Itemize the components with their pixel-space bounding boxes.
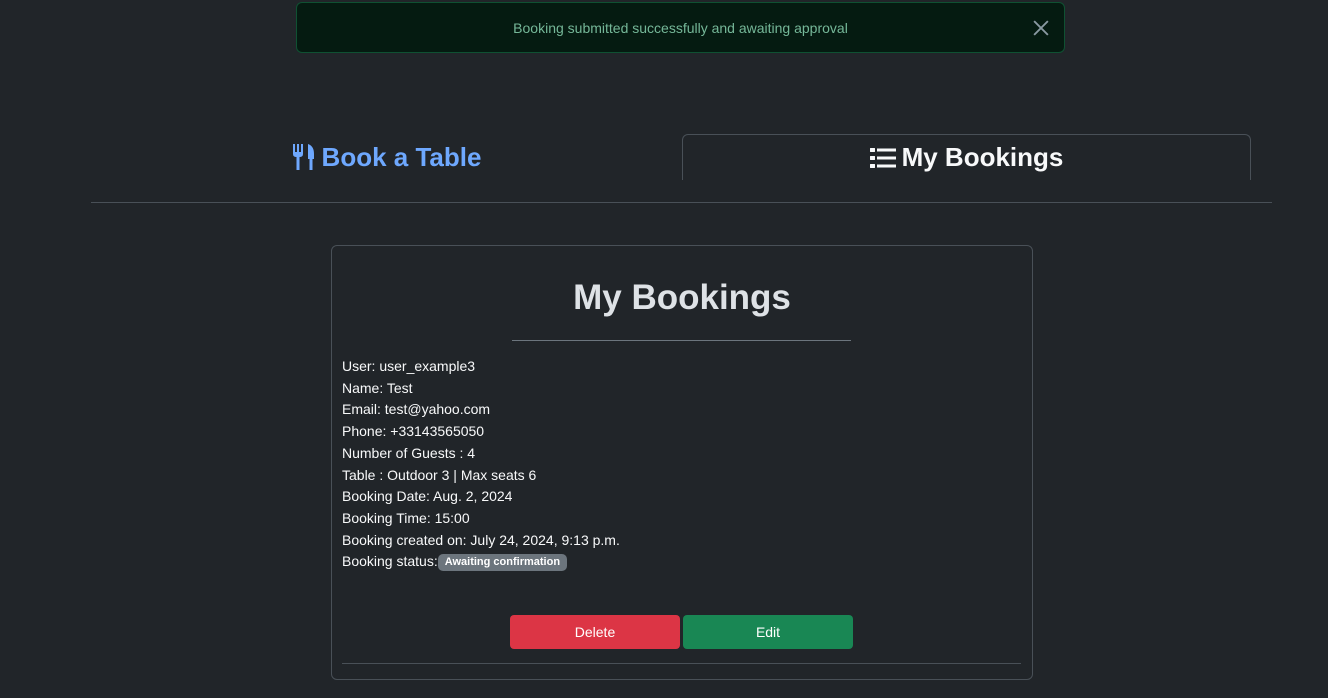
status-badge: Awaiting confirmation	[437, 554, 568, 572]
page: Booking submitted successfully and await…	[0, 0, 1328, 698]
card-title: My Bookings	[573, 278, 791, 317]
delete-button[interactable]: Delete	[510, 615, 680, 649]
card-footer-divider	[342, 663, 1021, 664]
close-icon[interactable]	[1030, 17, 1052, 39]
list-icon	[869, 147, 896, 169]
booking-tabs: Book a Table My Bookings	[91, 134, 1272, 203]
booking-card: My Bookings User: user_example3 Name: Te…	[331, 245, 1033, 680]
success-alert: Booking submitted successfully and await…	[296, 2, 1065, 53]
title-divider	[512, 340, 851, 341]
status-label: Booking status:	[342, 553, 438, 570]
detail-status: Booking status: Awaiting confirmation	[342, 551, 620, 573]
edit-button[interactable]: Edit	[683, 615, 853, 649]
tab-book-label: Book a Table	[321, 141, 482, 172]
detail-time: Booking Time: 15:00	[342, 509, 470, 526]
alert-message: Booking submitted successfully and await…	[513, 19, 848, 36]
utensils-icon	[292, 144, 316, 170]
detail-name: Name: Test	[342, 379, 413, 396]
detail-date: Booking Date: Aug. 2, 2024	[342, 488, 513, 505]
detail-created: Booking created on: July 24, 2024, 9:13 …	[342, 531, 620, 548]
tab-my-bookings[interactable]: My Bookings	[682, 134, 1251, 180]
detail-table: Table : Outdoor 3 | Max seats 6	[342, 466, 537, 483]
detail-phone: Phone: +33143565050	[342, 423, 485, 440]
tab-my-bookings-label: My Bookings	[901, 142, 1064, 172]
detail-guests: Number of Guests : 4	[342, 444, 476, 461]
tab-book-a-table[interactable]: Book a Table	[91, 134, 682, 180]
detail-email: Email: test@yahoo.com	[342, 401, 491, 418]
booking-details: User: user_example3 Name: Test Email: te…	[342, 356, 620, 573]
detail-user: User: user_example3	[342, 358, 476, 374]
